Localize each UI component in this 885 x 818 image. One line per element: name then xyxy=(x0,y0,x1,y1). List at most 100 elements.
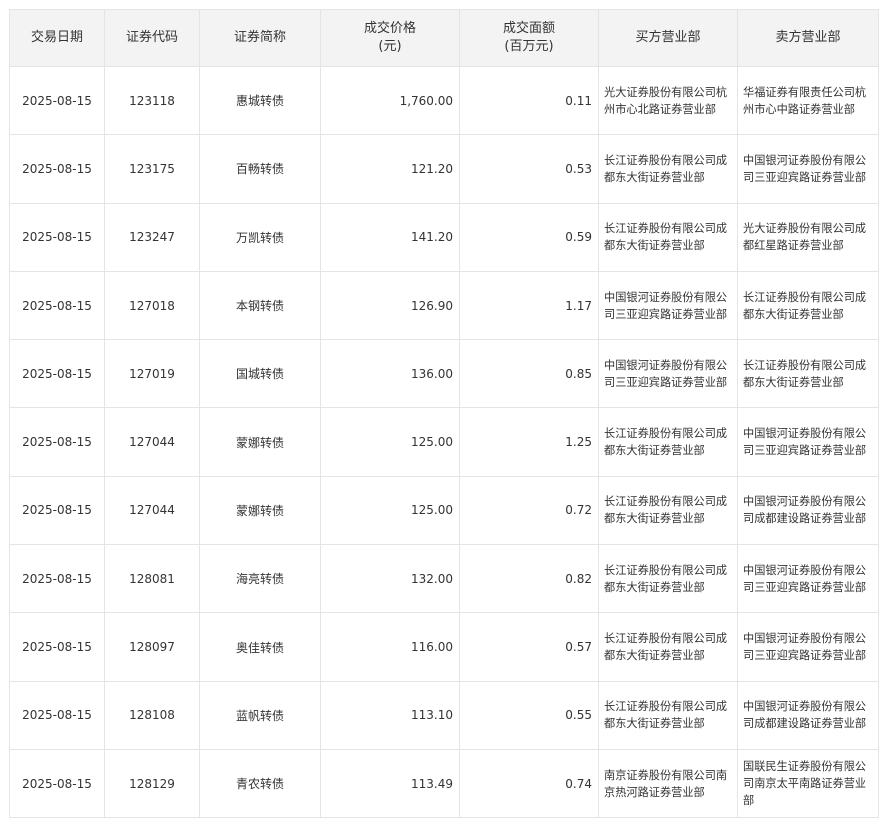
header-trade-price-unit: (元) xyxy=(378,39,402,54)
cell-security-name: 青农转债 xyxy=(199,748,321,818)
cell-seller-branch: 中国银河证券股份有限公司成都建设路证券营业部 xyxy=(737,680,879,750)
cell-trade-amount: 0.74 xyxy=(459,748,599,818)
cell-trade-amount: 0.11 xyxy=(459,65,599,136)
cell-trade-amount: 1.17 xyxy=(459,270,599,341)
block-trade-table-container: 交易日期 证券代码 证券简称 成交价格 (元) 成交面额 (百万元) 买方营业部… xyxy=(9,9,879,818)
cell-trade-price: 132.00 xyxy=(320,544,460,614)
cell-seller-branch: 中国银河证券股份有限公司三亚迎宾路证券营业部 xyxy=(737,407,879,477)
header-buyer-branch: 买方营业部 xyxy=(598,9,738,67)
cell-security-code: 127044 xyxy=(104,475,200,546)
table-row: 2025-08-15 127044 蒙娜转债 125.00 1.25 长江证券股… xyxy=(9,407,879,477)
cell-seller-branch: 中国银河证券股份有限公司成都建设路证券营业部 xyxy=(737,475,879,546)
cell-trade-date: 2025-08-15 xyxy=(9,680,105,750)
cell-buyer-branch: 南京证券股份有限公司南京热河路证券营业部 xyxy=(598,748,738,818)
cell-trade-price: 136.00 xyxy=(320,339,460,409)
cell-security-name: 海亮转债 xyxy=(199,544,321,614)
cell-trade-date: 2025-08-15 xyxy=(9,748,105,818)
cell-seller-branch: 光大证券股份有限公司成都红星路证券营业部 xyxy=(737,202,879,272)
cell-security-name: 蒙娜转债 xyxy=(199,475,321,546)
cell-buyer-branch: 长江证券股份有限公司成都东大街证券营业部 xyxy=(598,407,738,477)
header-trade-date: 交易日期 xyxy=(9,9,105,67)
cell-security-name: 国城转债 xyxy=(199,339,321,409)
cell-trade-price: 121.20 xyxy=(320,134,460,204)
cell-security-code: 127044 xyxy=(104,407,200,477)
header-seller-branch: 卖方营业部 xyxy=(737,9,879,67)
table-row: 2025-08-15 127018 本钢转债 126.90 1.17 中国银河证… xyxy=(9,270,879,341)
cell-buyer-branch: 光大证券股份有限公司杭州市心北路证券营业部 xyxy=(598,65,738,136)
cell-trade-amount: 0.55 xyxy=(459,680,599,750)
cell-trade-price: 113.49 xyxy=(320,748,460,818)
header-security-name: 证券简称 xyxy=(199,9,321,67)
cell-security-code: 128081 xyxy=(104,544,200,614)
cell-buyer-branch: 长江证券股份有限公司成都东大街证券营业部 xyxy=(598,680,738,750)
cell-seller-branch: 中国银河证券股份有限公司三亚迎宾路证券营业部 xyxy=(737,612,879,682)
cell-trade-date: 2025-08-15 xyxy=(9,475,105,546)
header-trade-amount: 成交面额 (百万元) xyxy=(459,9,599,67)
cell-trade-date: 2025-08-15 xyxy=(9,134,105,204)
cell-buyer-branch: 长江证券股份有限公司成都东大街证券营业部 xyxy=(598,544,738,614)
cell-security-code: 123175 xyxy=(104,134,200,204)
cell-seller-branch: 长江证券股份有限公司成都东大街证券营业部 xyxy=(737,270,879,341)
cell-security-name: 万凯转债 xyxy=(199,202,321,272)
table-row: 2025-08-15 128097 奥佳转债 116.00 0.57 长江证券股… xyxy=(9,612,879,682)
table-row: 2025-08-15 123118 惠城转债 1,760.00 0.11 光大证… xyxy=(9,65,879,136)
table-row: 2025-08-15 127019 国城转债 136.00 0.85 中国银河证… xyxy=(9,339,879,409)
cell-seller-branch: 中国银河证券股份有限公司三亚迎宾路证券营业部 xyxy=(737,134,879,204)
cell-trade-price: 125.00 xyxy=(320,475,460,546)
cell-trade-price: 141.20 xyxy=(320,202,460,272)
cell-trade-amount: 0.85 xyxy=(459,339,599,409)
cell-seller-branch: 华福证券有限责任公司杭州市心中路证券营业部 xyxy=(737,65,879,136)
cell-buyer-branch: 长江证券股份有限公司成都东大街证券营业部 xyxy=(598,134,738,204)
cell-security-name: 惠城转债 xyxy=(199,65,321,136)
table-row: 2025-08-15 123247 万凯转债 141.20 0.59 长江证券股… xyxy=(9,202,879,272)
cell-security-name: 奥佳转债 xyxy=(199,612,321,682)
header-security-code-label: 证券代码 xyxy=(125,30,178,45)
table-row: 2025-08-15 128108 蓝帆转债 113.10 0.55 长江证券股… xyxy=(9,680,879,750)
cell-trade-date: 2025-08-15 xyxy=(9,612,105,682)
header-trade-amount-unit: (百万元) xyxy=(504,39,554,54)
cell-security-code: 127019 xyxy=(104,339,200,409)
header-trade-price-label: 成交价格 xyxy=(363,21,416,36)
cell-trade-amount: 0.82 xyxy=(459,544,599,614)
cell-security-code: 128129 xyxy=(104,748,200,818)
cell-trade-amount: 0.57 xyxy=(459,612,599,682)
cell-trade-date: 2025-08-15 xyxy=(9,65,105,136)
cell-seller-branch: 国联民生证券股份有限公司南京太平南路证券营业部 xyxy=(737,748,879,818)
table-row: 2025-08-15 128081 海亮转债 132.00 0.82 长江证券股… xyxy=(9,544,879,614)
cell-buyer-branch: 长江证券股份有限公司成都东大街证券营业部 xyxy=(598,475,738,546)
cell-trade-price: 1,760.00 xyxy=(320,65,460,136)
cell-buyer-branch: 长江证券股份有限公司成都东大街证券营业部 xyxy=(598,202,738,272)
cell-security-name: 本钢转债 xyxy=(199,270,321,341)
table-row: 2025-08-15 128129 青农转债 113.49 0.74 南京证券股… xyxy=(9,748,879,818)
cell-security-code: 128108 xyxy=(104,680,200,750)
header-buyer-branch-label: 买方营业部 xyxy=(635,30,701,45)
header-security-name-label: 证券简称 xyxy=(233,30,286,45)
cell-security-code: 123118 xyxy=(104,65,200,136)
cell-trade-amount: 0.72 xyxy=(459,475,599,546)
table-row: 2025-08-15 127044 蒙娜转债 125.00 0.72 长江证券股… xyxy=(9,475,879,546)
cell-trade-amount: 1.25 xyxy=(459,407,599,477)
cell-security-name: 蒙娜转债 xyxy=(199,407,321,477)
cell-trade-date: 2025-08-15 xyxy=(9,407,105,477)
cell-seller-branch: 长江证券股份有限公司成都东大街证券营业部 xyxy=(737,339,879,409)
cell-trade-date: 2025-08-15 xyxy=(9,270,105,341)
cell-trade-price: 113.10 xyxy=(320,680,460,750)
block-trade-table: 交易日期 证券代码 证券简称 成交价格 (元) 成交面额 (百万元) 买方营业部… xyxy=(9,9,879,818)
header-seller-branch-label: 卖方营业部 xyxy=(775,30,841,45)
cell-security-code: 123247 xyxy=(104,202,200,272)
cell-security-name: 蓝帆转债 xyxy=(199,680,321,750)
table-row: 2025-08-15 123175 百畅转债 121.20 0.53 长江证券股… xyxy=(9,134,879,204)
cell-trade-amount: 0.59 xyxy=(459,202,599,272)
cell-trade-amount: 0.53 xyxy=(459,134,599,204)
cell-security-code: 127018 xyxy=(104,270,200,341)
table-header-row: 交易日期 证券代码 证券简称 成交价格 (元) 成交面额 (百万元) 买方营业部… xyxy=(9,9,879,67)
header-trade-amount-label: 成交面额 xyxy=(502,21,555,36)
header-trade-price: 成交价格 (元) xyxy=(320,9,460,67)
cell-trade-date: 2025-08-15 xyxy=(9,544,105,614)
cell-security-code: 128097 xyxy=(104,612,200,682)
cell-buyer-branch: 长江证券股份有限公司成都东大街证券营业部 xyxy=(598,612,738,682)
table-body: 2025-08-15 123118 惠城转债 1,760.00 0.11 光大证… xyxy=(9,65,879,818)
cell-trade-price: 126.90 xyxy=(320,270,460,341)
cell-security-name: 百畅转债 xyxy=(199,134,321,204)
cell-trade-date: 2025-08-15 xyxy=(9,339,105,409)
